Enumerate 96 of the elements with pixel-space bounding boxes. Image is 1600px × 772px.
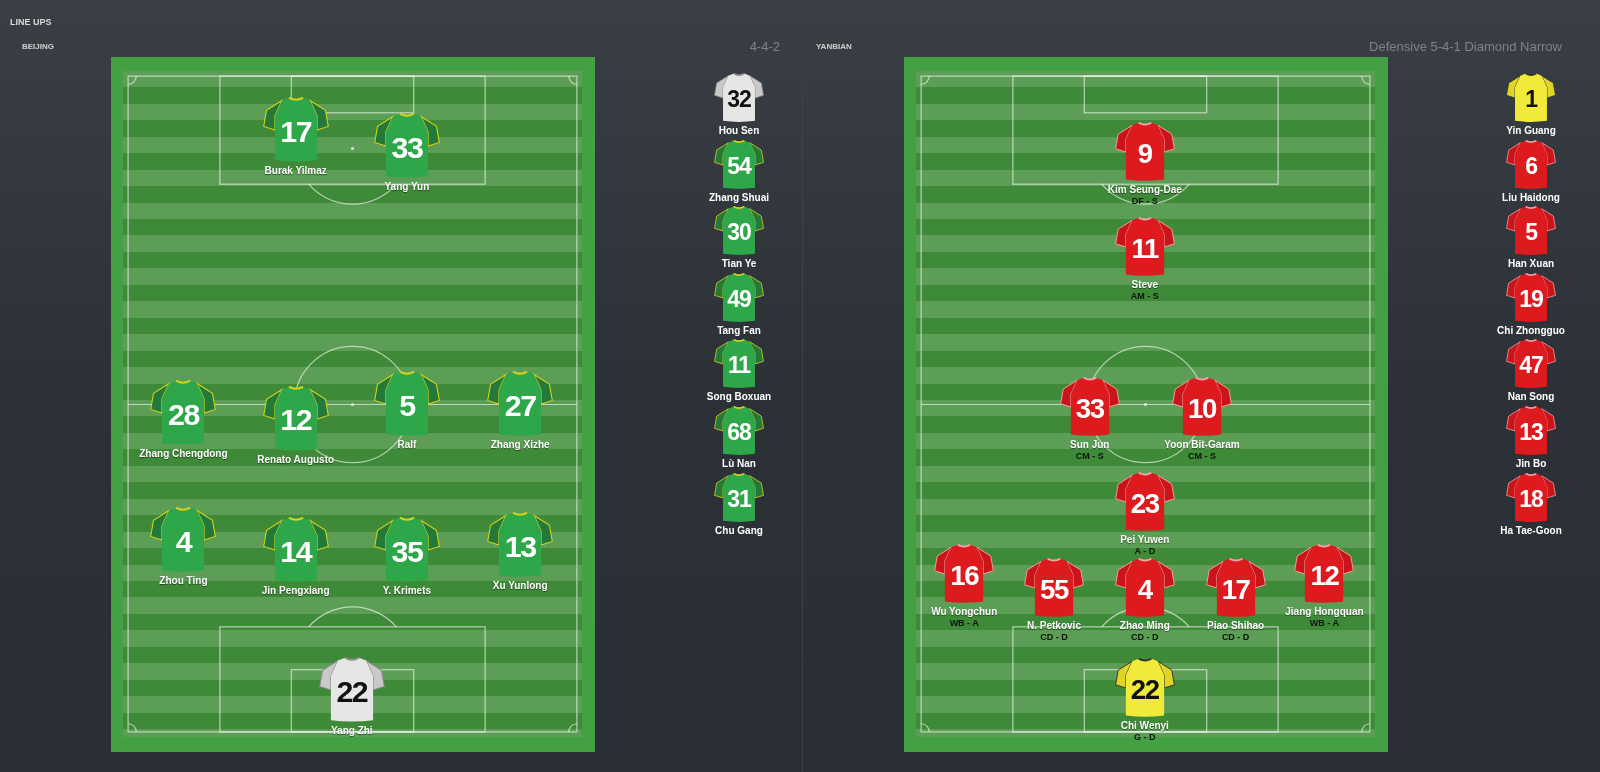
player-role: CD - D bbox=[1040, 632, 1068, 643]
player-name: Song Boxuan bbox=[706, 391, 772, 404]
shirt-number: 4 bbox=[1136, 576, 1154, 604]
player-role: CD - D bbox=[1221, 632, 1250, 643]
player-name: Liu Haidong bbox=[1502, 191, 1560, 204]
shirt-number: 28 bbox=[167, 400, 201, 431]
shirt-number: 27 bbox=[503, 391, 537, 422]
player-name: Y. Krimets bbox=[382, 585, 432, 598]
player-name: Jin Pengxiang bbox=[261, 585, 330, 598]
shirt-number: 12 bbox=[1309, 561, 1340, 590]
player-name: Jiang Hongquan bbox=[1285, 605, 1364, 618]
shirt-number: 9 bbox=[1136, 140, 1153, 168]
shirt-number: 16 bbox=[949, 561, 980, 590]
shirt-number: 17 bbox=[279, 116, 313, 147]
player-name: Zhang Shuai bbox=[709, 191, 769, 204]
player-role: WB - A bbox=[949, 617, 979, 629]
shirt-number: 31 bbox=[726, 487, 753, 511]
shirt-number: 11 bbox=[726, 354, 752, 378]
player-name: Tang Fan bbox=[717, 324, 761, 337]
player-name: Burak Yilmaz bbox=[264, 164, 327, 177]
player-name: Pei Yuwen bbox=[1120, 534, 1170, 547]
player-role: WB - A bbox=[1309, 617, 1339, 629]
shirt-number: 1 bbox=[1524, 88, 1539, 111]
penalty-spot bbox=[350, 147, 355, 151]
shirt-number: 68 bbox=[726, 420, 752, 444]
corner-arc bbox=[1361, 723, 1371, 733]
shirt-number: 17 bbox=[1220, 576, 1251, 604]
center-spot bbox=[350, 403, 355, 407]
shirt-number: 6 bbox=[1524, 154, 1538, 178]
player-role: G - D bbox=[1134, 732, 1156, 743]
shirt-number: 54 bbox=[726, 154, 753, 178]
shirt-number: 13 bbox=[1518, 420, 1544, 444]
shirt-number: 22 bbox=[1129, 676, 1160, 704]
shirt-number: 4 bbox=[174, 526, 193, 558]
player-name: Piao Shihao bbox=[1207, 620, 1265, 632]
shirt-number: 18 bbox=[1518, 487, 1544, 511]
player-name: Wu Yongchun bbox=[931, 605, 998, 618]
center-spot bbox=[1143, 403, 1148, 407]
player-name: Sun Jun bbox=[1069, 439, 1110, 452]
player-name: Zhang Chengdong bbox=[139, 448, 228, 461]
shirt-number: 5 bbox=[1524, 221, 1539, 245]
player-name: Renato Augusto bbox=[257, 453, 335, 466]
corner-arc bbox=[920, 75, 930, 85]
player-name: Tian Ye bbox=[721, 258, 757, 271]
player-role: CM - S bbox=[1075, 451, 1104, 463]
corner-arc bbox=[568, 75, 578, 85]
page-title: LINE UPS bbox=[10, 17, 52, 27]
player-name: Chu Gang bbox=[715, 524, 763, 537]
shirt-number: 10 bbox=[1187, 395, 1218, 423]
player-name: N. Petkovic bbox=[1027, 620, 1081, 632]
player-name: Chi Zhongguo bbox=[1497, 324, 1565, 337]
player-name: Nan Song bbox=[1507, 391, 1555, 404]
player-name: Chi Wenyi bbox=[1120, 720, 1169, 732]
player-role: CD - D bbox=[1131, 632, 1159, 643]
player-role: A - D bbox=[1134, 546, 1156, 558]
formation-label: Defensive 5-4-1 Diamond Narrow bbox=[1369, 37, 1562, 56]
shirt-number: 33 bbox=[1074, 395, 1105, 423]
shirt-number: 32 bbox=[726, 88, 752, 111]
player-name: Zhang Xizhe bbox=[490, 439, 550, 452]
formation-label: 4-4-2 bbox=[749, 37, 780, 56]
player-name: Kim Seung-Dae bbox=[1107, 184, 1182, 197]
corner-arc bbox=[127, 723, 137, 733]
player-name: Yoon Bit-Garam bbox=[1164, 439, 1240, 452]
player-name: Lù Nan bbox=[722, 457, 756, 470]
shirt-number: 12 bbox=[279, 405, 313, 436]
corner-arc bbox=[127, 75, 137, 85]
player-name: Jin Bo bbox=[1515, 457, 1547, 470]
shirt-number: 35 bbox=[390, 537, 424, 568]
shirt-number: 5 bbox=[398, 391, 417, 422]
shirt-number: 33 bbox=[390, 132, 424, 164]
player-name: Zhou Ting bbox=[159, 575, 208, 587]
shirt-number: 22 bbox=[335, 676, 369, 708]
corner-arc bbox=[568, 723, 578, 733]
player-name: Ralf bbox=[397, 439, 417, 452]
shirt-number: 19 bbox=[1518, 287, 1544, 311]
team-name: YANBIAN bbox=[816, 40, 852, 53]
shirt-number: 14 bbox=[279, 537, 313, 568]
player-name: Xu Yunlong bbox=[492, 580, 548, 593]
player-name: Steve bbox=[1131, 279, 1159, 292]
player-name: Hou Sen bbox=[718, 125, 760, 137]
player-role: CM - S bbox=[1187, 451, 1216, 463]
player-name: Zhao Ming bbox=[1119, 620, 1170, 632]
corner-arc bbox=[1361, 75, 1371, 85]
player-name: Ha Tae-Goon bbox=[1500, 524, 1562, 537]
shirt-number: 55 bbox=[1039, 576, 1070, 604]
shirt-number: 11 bbox=[1130, 235, 1160, 263]
team-name: BEIJING bbox=[22, 40, 54, 53]
shirt-number: 13 bbox=[503, 531, 537, 563]
shirt-number: 49 bbox=[726, 287, 752, 311]
player-name: Han Xuan bbox=[1507, 258, 1555, 271]
corner-arc bbox=[920, 723, 930, 733]
player-role: AM - S bbox=[1130, 291, 1159, 303]
shirt-number: 30 bbox=[726, 221, 752, 245]
player-name: Yin Guang bbox=[1506, 125, 1556, 137]
shirt-number: 23 bbox=[1129, 490, 1160, 518]
shirt-number: 47 bbox=[1518, 354, 1544, 378]
